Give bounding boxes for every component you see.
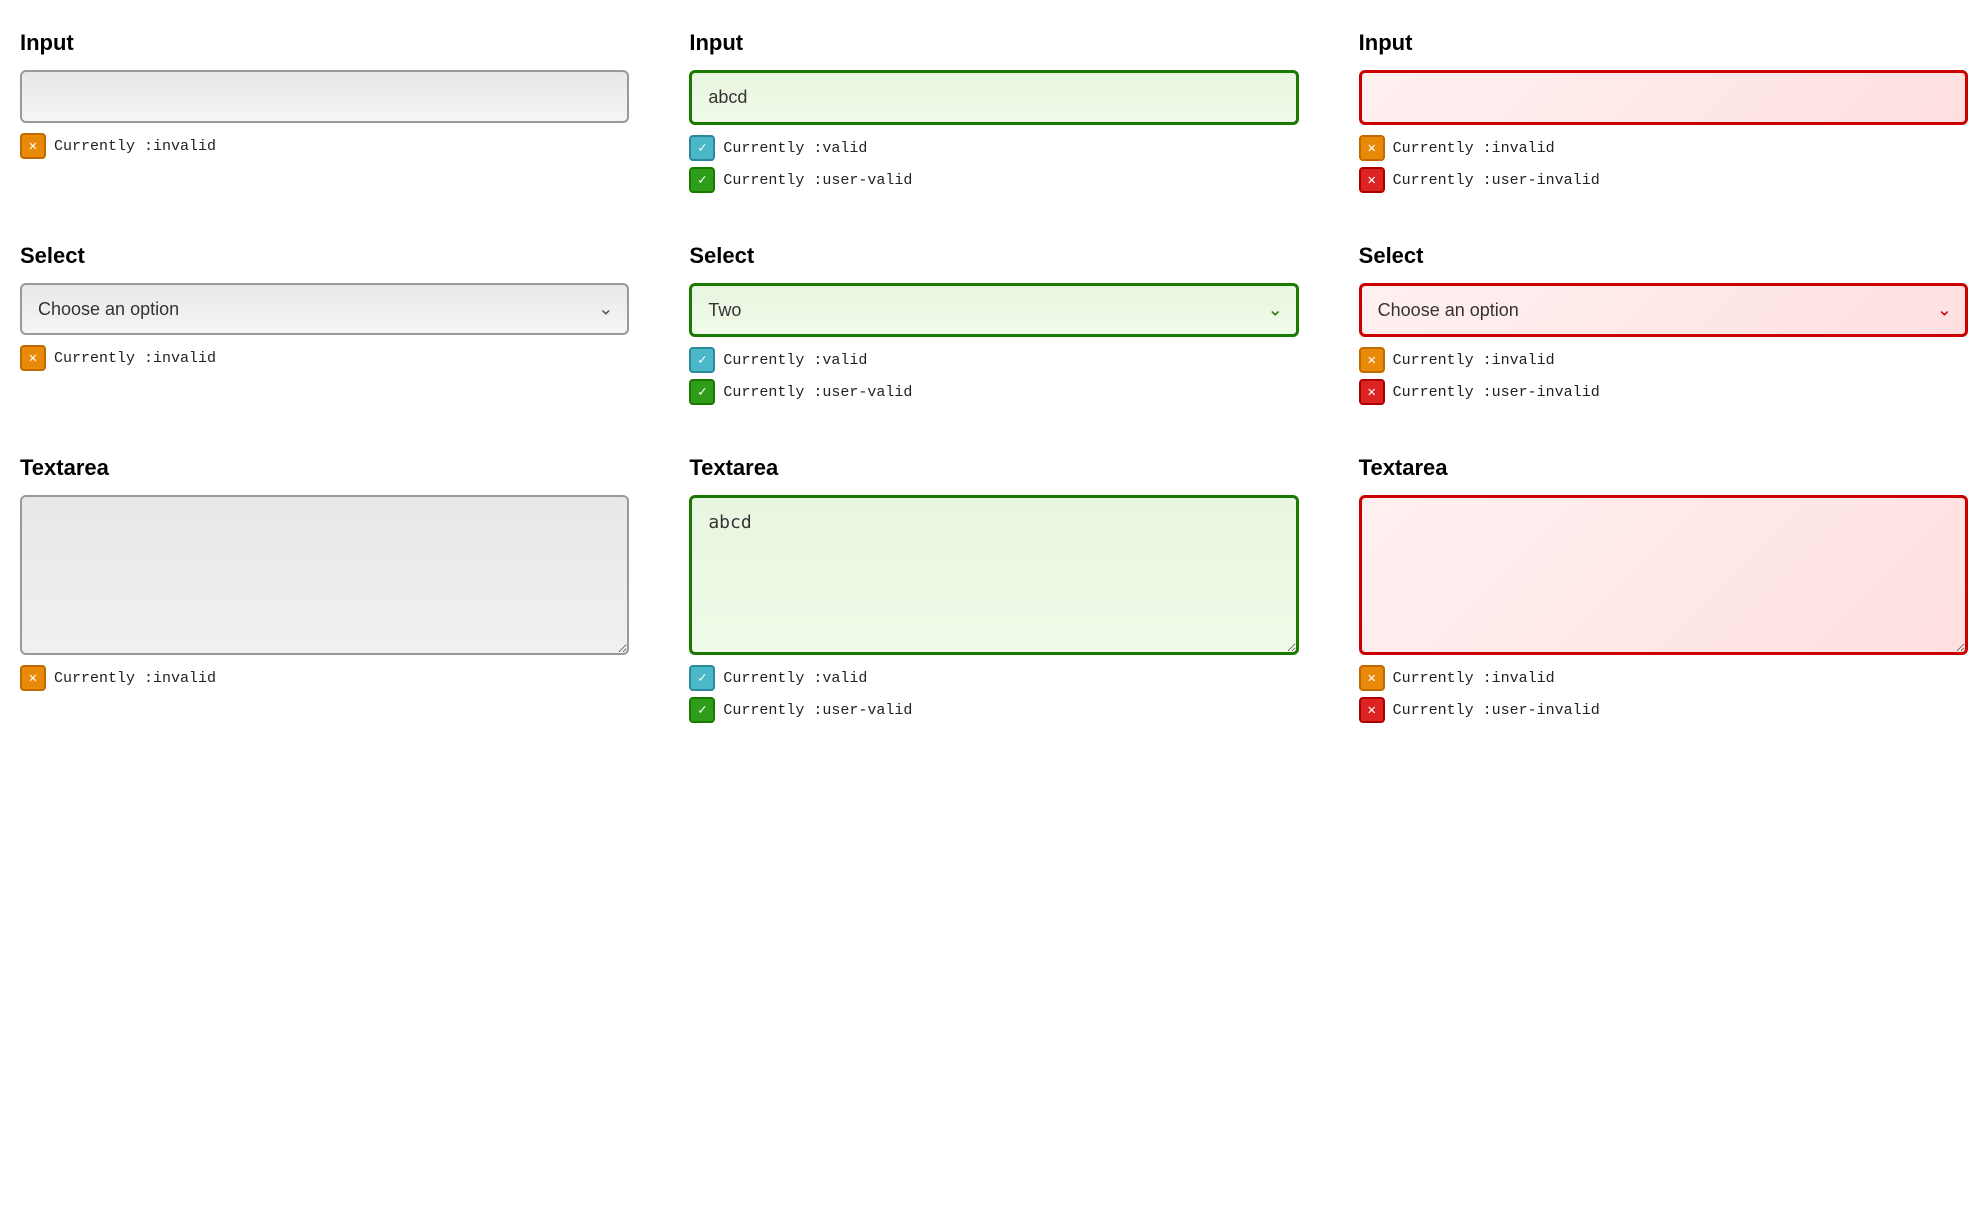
col3-select-status-list: ✕ Currently :invalid ✕ Currently :user-i… — [1359, 347, 1968, 405]
col1-select-status-list: ✕ Currently :invalid — [20, 345, 629, 371]
col3-textarea-field[interactable] — [1359, 495, 1968, 655]
col3-textarea-invalid-text: Currently :invalid — [1393, 670, 1555, 687]
col2-textarea-cell: Textarea abcd ✓ Currently :valid ✓ Curre… — [689, 455, 1298, 723]
col3-select-field[interactable]: Choose an option One Two Three — [1359, 283, 1968, 337]
col2-select-cell: Select Choose an option One Two Three ⌄ … — [689, 243, 1298, 405]
col2-textarea-status-list: ✓ Currently :valid ✓ Currently :user-val… — [689, 665, 1298, 723]
col2-select-field[interactable]: Choose an option One Two Three — [689, 283, 1298, 337]
col2-select-valid-text: Currently :valid — [723, 352, 867, 369]
col2-input-status-list: ✓ Currently :valid ✓ Currently :user-val… — [689, 135, 1298, 193]
col3-select-cell: Select Choose an option One Two Three ⌄ … — [1359, 243, 1968, 405]
col1-textarea-invalid-text: Currently :invalid — [54, 670, 216, 687]
col3-textarea-label: Textarea — [1359, 455, 1968, 481]
col3-input-label: Input — [1359, 30, 1968, 56]
col3-input-status-list: ✕ Currently :invalid ✕ Currently :user-i… — [1359, 135, 1968, 193]
col1-select-cell: Select Choose an option One Two Three ⌄ … — [20, 243, 629, 405]
col2-select-label: Select — [689, 243, 1298, 269]
col1-textarea-status-list: ✕ Currently :invalid — [20, 665, 629, 691]
col1-select-invalid-badge: ✕ — [20, 345, 46, 371]
col1-textarea-status-invalid: ✕ Currently :invalid — [20, 665, 629, 691]
col2-input-status-user-valid: ✓ Currently :user-valid — [689, 167, 1298, 193]
col1-textarea-invalid-badge: ✕ — [20, 665, 46, 691]
col3-input-cell: Input ✕ Currently :invalid ✕ Currently :… — [1359, 30, 1968, 193]
col3-input-status-invalid: ✕ Currently :invalid — [1359, 135, 1968, 161]
col2-input-user-valid-text: Currently :user-valid — [723, 172, 912, 189]
col1-select-label: Select — [20, 243, 629, 269]
col1-textarea-cell: Textarea ✕ Currently :invalid — [20, 455, 629, 723]
col2-input-label: Input — [689, 30, 1298, 56]
col3-input-invalid-text: Currently :invalid — [1393, 140, 1555, 157]
col3-textarea-invalid-badge: ✕ — [1359, 665, 1385, 691]
col2-textarea-status-valid: ✓ Currently :valid — [689, 665, 1298, 691]
col1-input-cell: Input ✕ Currently :invalid — [20, 30, 629, 193]
col3-textarea-cell: Textarea ✕ Currently :invalid ✕ Currentl… — [1359, 455, 1968, 723]
col1-input-status-list: ✕ Currently :invalid — [20, 133, 629, 159]
col1-textarea-label: Textarea — [20, 455, 629, 481]
col3-select-wrapper: Choose an option One Two Three ⌄ — [1359, 283, 1968, 337]
col2-select-status-valid: ✓ Currently :valid — [689, 347, 1298, 373]
col2-textarea-user-valid-text: Currently :user-valid — [723, 702, 912, 719]
col3-textarea-user-invalid-text: Currently :user-invalid — [1393, 702, 1600, 719]
col3-select-status-invalid: ✕ Currently :invalid — [1359, 347, 1968, 373]
col1-select-status-invalid: ✕ Currently :invalid — [20, 345, 629, 371]
col2-input-user-valid-badge: ✓ — [689, 167, 715, 193]
col3-select-user-invalid-badge: ✕ — [1359, 379, 1385, 405]
col1-select-wrapper: Choose an option One Two Three ⌄ — [20, 283, 629, 335]
col3-input-status-user-invalid: ✕ Currently :user-invalid — [1359, 167, 1968, 193]
col1-input-label: Input — [20, 30, 629, 56]
col2-textarea-valid-badge: ✓ — [689, 665, 715, 691]
col2-textarea-label: Textarea — [689, 455, 1298, 481]
col2-select-status-list: ✓ Currently :valid ✓ Currently :user-val… — [689, 347, 1298, 405]
col3-select-user-invalid-text: Currently :user-invalid — [1393, 384, 1600, 401]
col2-input-valid-text: Currently :valid — [723, 140, 867, 157]
col2-select-status-user-valid: ✓ Currently :user-valid — [689, 379, 1298, 405]
col3-input-user-invalid-badge: ✕ — [1359, 167, 1385, 193]
col1-select-invalid-text: Currently :invalid — [54, 350, 216, 367]
col2-select-wrapper: Choose an option One Two Three ⌄ — [689, 283, 1298, 337]
col1-textarea-field[interactable] — [20, 495, 629, 655]
col2-input-valid-badge: ✓ — [689, 135, 715, 161]
col3-select-label: Select — [1359, 243, 1968, 269]
col1-select-field[interactable]: Choose an option One Two Three — [20, 283, 629, 335]
col2-textarea-valid-text: Currently :valid — [723, 670, 867, 687]
col2-textarea-user-valid-badge: ✓ — [689, 697, 715, 723]
col2-input-cell: Input ✓ Currently :valid ✓ Currently :us… — [689, 30, 1298, 193]
col2-textarea-status-user-valid: ✓ Currently :user-valid — [689, 697, 1298, 723]
col1-input-invalid-text: Currently :invalid — [54, 138, 216, 155]
col2-textarea-field[interactable]: abcd — [689, 495, 1298, 655]
col3-textarea-status-user-invalid: ✕ Currently :user-invalid — [1359, 697, 1968, 723]
col2-select-user-valid-badge: ✓ — [689, 379, 715, 405]
col2-select-valid-badge: ✓ — [689, 347, 715, 373]
col2-input-status-valid: ✓ Currently :valid — [689, 135, 1298, 161]
col3-select-invalid-text: Currently :invalid — [1393, 352, 1555, 369]
col3-select-invalid-badge: ✕ — [1359, 347, 1385, 373]
col1-input-invalid-badge: ✕ — [20, 133, 46, 159]
col3-textarea-status-list: ✕ Currently :invalid ✕ Currently :user-i… — [1359, 665, 1968, 723]
col3-input-field[interactable] — [1359, 70, 1968, 125]
col2-select-user-valid-text: Currently :user-valid — [723, 384, 912, 401]
col1-input-field[interactable] — [20, 70, 629, 123]
col3-select-status-user-invalid: ✕ Currently :user-invalid — [1359, 379, 1968, 405]
col3-textarea-status-invalid: ✕ Currently :invalid — [1359, 665, 1968, 691]
col3-textarea-user-invalid-badge: ✕ — [1359, 697, 1385, 723]
main-grid: Input ✕ Currently :invalid Input ✓ Curre… — [20, 30, 1968, 723]
col1-input-status-invalid: ✕ Currently :invalid — [20, 133, 629, 159]
col3-input-invalid-badge: ✕ — [1359, 135, 1385, 161]
col3-input-user-invalid-text: Currently :user-invalid — [1393, 172, 1600, 189]
col2-input-field[interactable] — [689, 70, 1298, 125]
